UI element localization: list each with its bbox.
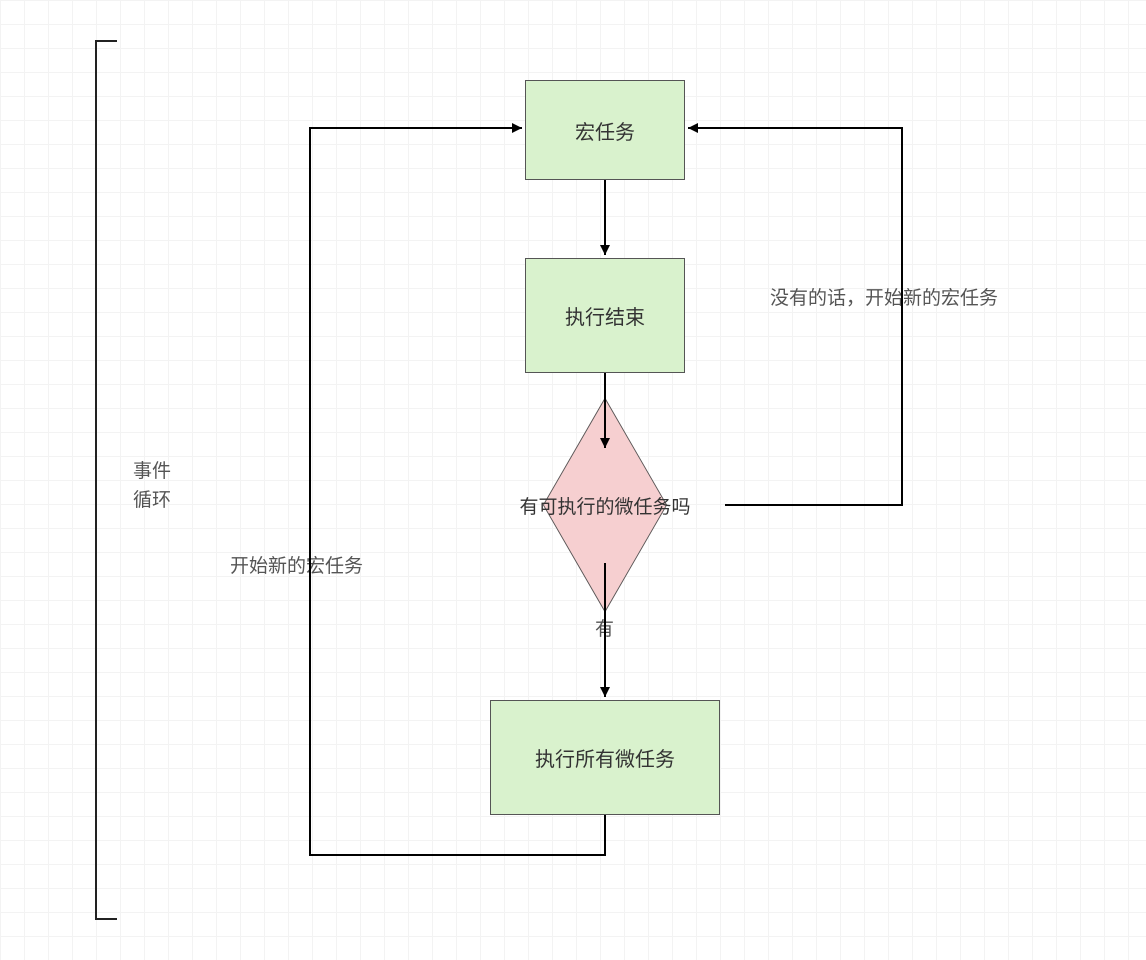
edge-label-start-new-macro: 开始新的宏任务 — [230, 551, 363, 578]
node-exec-all-micro-label: 执行所有微任务 — [535, 743, 675, 772]
node-has-micro-label: 有可执行的微任务吗 — [519, 492, 690, 519]
node-exec-end-label: 执行结束 — [565, 301, 645, 330]
edge-label-yes: 有 — [595, 614, 614, 641]
bracket-label-line1: 事件 — [133, 458, 171, 487]
bracket-label-line2: 循环 — [133, 487, 171, 516]
node-exec-all-micro: 执行所有微任务 — [490, 700, 720, 815]
node-exec-end: 执行结束 — [525, 258, 685, 373]
node-macro-task-label: 宏任务 — [575, 116, 635, 145]
event-loop-bracket — [95, 40, 117, 920]
node-has-micro: 有可执行的微任务吗 — [505, 455, 705, 555]
edge-label-no-new-macro: 没有的话，开始新的宏任务 — [770, 283, 998, 310]
bracket-label: 事件 循环 — [133, 458, 171, 515]
node-macro-task: 宏任务 — [525, 80, 685, 180]
